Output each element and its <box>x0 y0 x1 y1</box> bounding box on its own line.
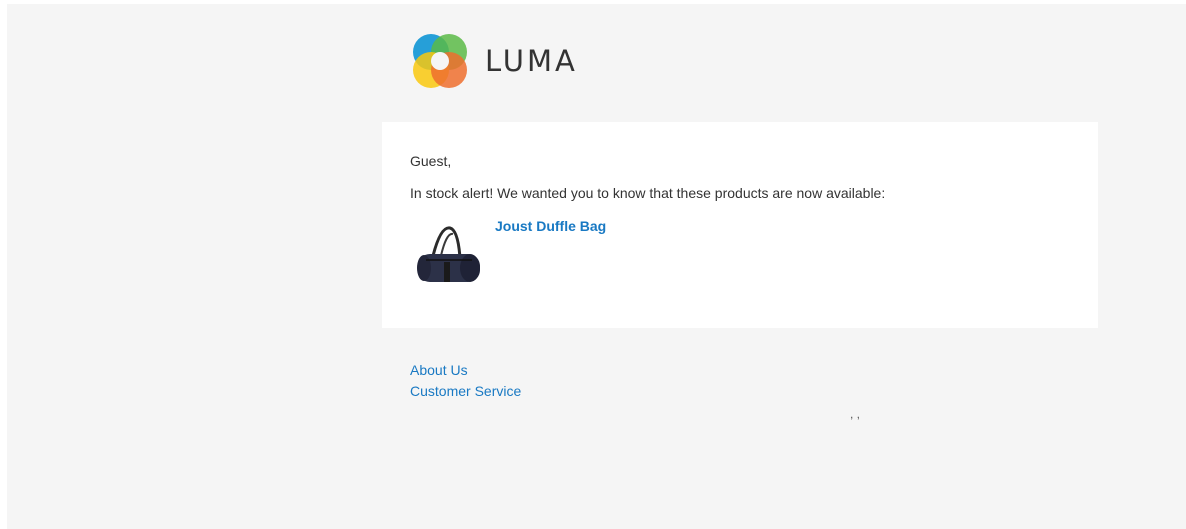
email-header: LUMA <box>409 30 578 92</box>
greeting-text: Guest, <box>410 153 452 169</box>
product-link[interactable]: Joust Duffle Bag <box>495 218 606 293</box>
email-content: Guest, In stock alert! We wanted you to … <box>382 122 1098 328</box>
product-item: Joust Duffle Bag <box>410 218 606 293</box>
store-address: , , <box>850 407 861 421</box>
about-us-link[interactable]: About Us <box>410 360 521 381</box>
luma-logo-icon[interactable] <box>409 30 471 92</box>
email-canvas: LUMA Guest, In stock alert! We wanted yo… <box>7 4 1186 529</box>
footer-links: About Us Customer Service <box>410 360 521 402</box>
intro-text: In stock alert! We wanted you to know th… <box>410 185 886 201</box>
duffle-bag-icon[interactable] <box>410 218 490 293</box>
logo-text: LUMA <box>485 44 578 78</box>
customer-service-link[interactable]: Customer Service <box>410 381 521 402</box>
